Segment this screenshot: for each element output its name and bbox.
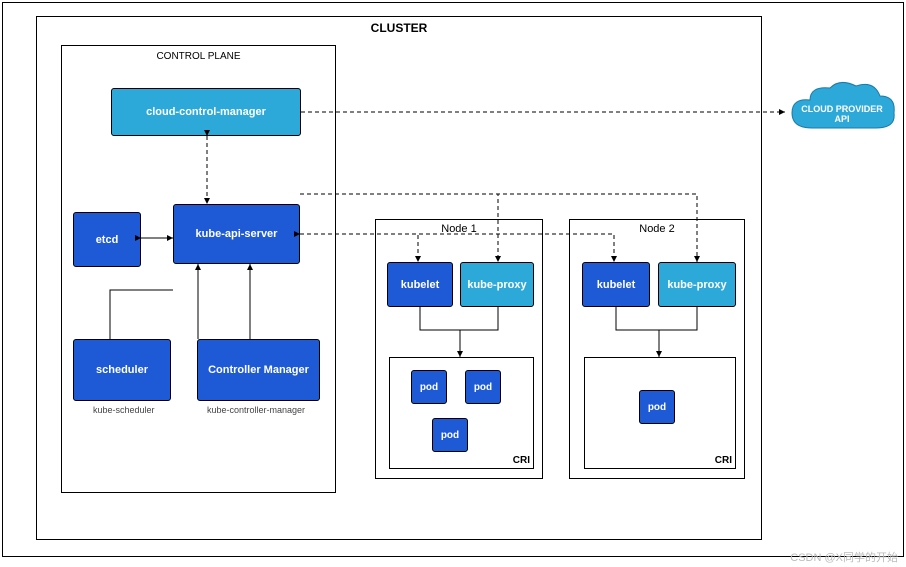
etcd-box: etcd: [73, 212, 141, 267]
cm-label: Controller Manager: [208, 364, 309, 376]
cm-caption: kube-controller-manager: [207, 405, 305, 415]
node2-title: Node 2: [570, 223, 744, 235]
scheduler-box: scheduler: [73, 339, 171, 401]
node1-pod3: pod: [432, 418, 468, 452]
ccm-label: cloud-control-manager: [146, 106, 266, 118]
api-server-box: kube-api-server: [173, 204, 300, 264]
node2-kubeproxy-box: kube-proxy: [658, 262, 736, 307]
node1-pod2: pod: [465, 370, 501, 404]
node1-pod1: pod: [411, 370, 447, 404]
scheduler-caption: kube-scheduler: [93, 405, 155, 415]
node2-kubelet-label: kubelet: [597, 279, 636, 291]
node1-cri-label: CRI: [513, 455, 530, 466]
node1-kubelet-label: kubelet: [401, 279, 440, 291]
etcd-label: etcd: [96, 234, 119, 246]
controller-manager-box: Controller Manager: [197, 339, 320, 401]
node1-kubeproxy-label: kube-proxy: [467, 279, 526, 291]
node1-kubeproxy-box: kube-proxy: [460, 262, 534, 307]
node2-kubelet-box: kubelet: [582, 262, 650, 307]
node2-cri-label: CRI: [715, 455, 732, 466]
node2-kubeproxy-label: kube-proxy: [667, 279, 726, 291]
node1-kubelet-box: kubelet: [387, 262, 453, 307]
cluster-title: CLUSTER: [37, 21, 761, 35]
api-server-label: kube-api-server: [196, 228, 278, 240]
watermark: CSDN @X同学的开始: [790, 549, 898, 565]
cloud-label: CLOUD PROVIDER API: [795, 104, 889, 124]
cloud-control-manager-box: cloud-control-manager: [111, 88, 301, 136]
scheduler-label: scheduler: [96, 364, 148, 376]
node1-title: Node 1: [376, 223, 542, 235]
control-plane-title: CONTROL PLANE: [62, 51, 335, 62]
node2-pod1: pod: [639, 390, 675, 424]
